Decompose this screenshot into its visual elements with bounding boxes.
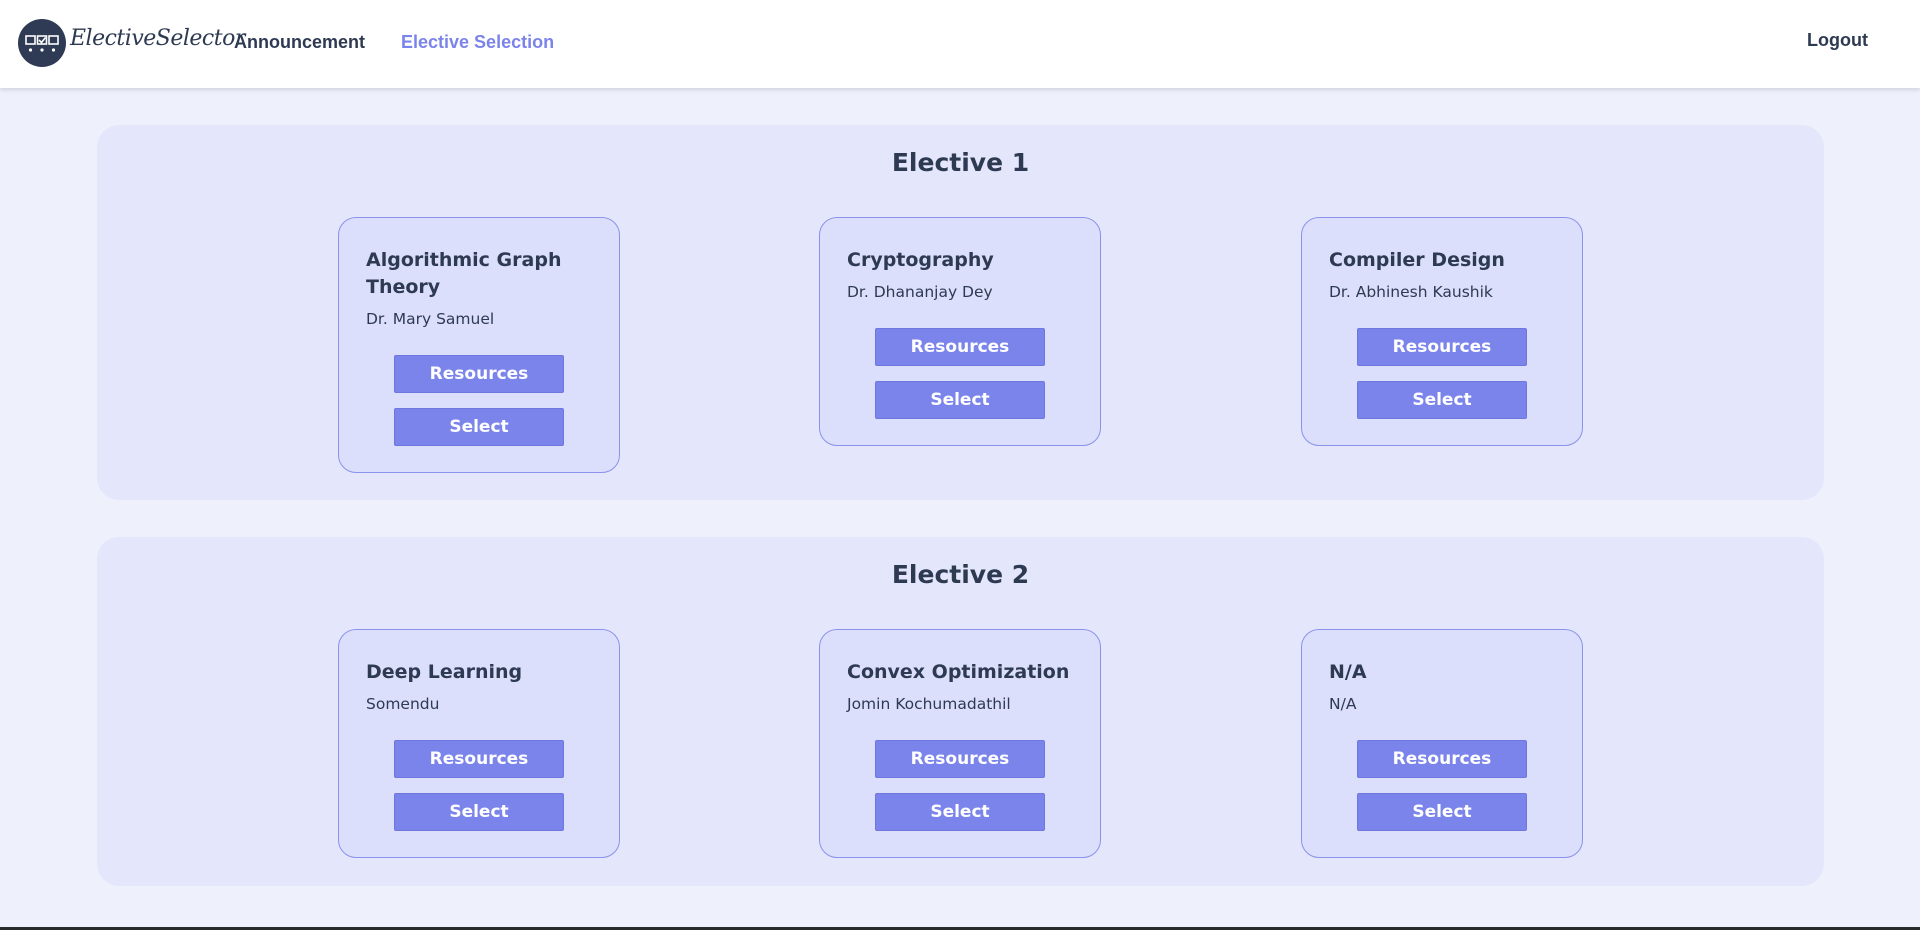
logout-link[interactable]: Logout (1807, 30, 1868, 51)
logo-icon[interactable] (18, 19, 66, 67)
course-name: N/A (1329, 661, 1367, 683)
section-title: Elective 2 (891, 560, 1030, 589)
course-card: Convex Optimization Jomin Kochumadathil … (819, 629, 1101, 858)
select-button[interactable]: Select (394, 408, 564, 446)
ballot-icon (25, 35, 59, 52)
section-title: Elective 1 (891, 148, 1030, 177)
resources-button[interactable]: Resources (875, 328, 1045, 366)
course-professor: Dr. Abhinesh Kaushik (1329, 283, 1493, 301)
resources-button[interactable]: Resources (394, 355, 564, 393)
course-card: Algorithmic Graph Theory Dr. Mary Samuel… (338, 217, 620, 473)
resources-button[interactable]: Resources (394, 740, 564, 778)
select-button[interactable]: Select (875, 381, 1045, 419)
course-card: Cryptography Dr. Dhananjay Dey Resources… (819, 217, 1101, 446)
elective-section: Elective 1 Algorithmic Graph Theory Dr. … (97, 125, 1824, 500)
course-professor: Dr. Mary Samuel (366, 310, 495, 328)
top-navbar: ElectiveSelector Announcement Elective S… (0, 0, 1920, 88)
resources-button[interactable]: Resources (1357, 328, 1527, 366)
select-button[interactable]: Select (1357, 793, 1527, 831)
resources-button[interactable]: Resources (1357, 740, 1527, 778)
select-button[interactable]: Select (394, 793, 564, 831)
elective-section: Elective 2 Deep Learning Somendu Resourc… (97, 537, 1824, 886)
course-name: Algorithmic Graph Theory (366, 249, 562, 298)
nav-link-announcement[interactable]: Announcement (234, 32, 365, 53)
logo-text[interactable]: ElectiveSelector (70, 26, 245, 51)
course-professor: Jomin Kochumadathil (847, 695, 1011, 713)
course-card: Compiler Design Dr. Abhinesh Kaushik Res… (1301, 217, 1583, 446)
course-name: Compiler Design (1329, 249, 1505, 271)
nav-link-elective-selection[interactable]: Elective Selection (401, 32, 554, 53)
course-professor: Somendu (366, 695, 440, 713)
course-card: Deep Learning Somendu Resources Select (338, 629, 620, 858)
select-button[interactable]: Select (1357, 381, 1527, 419)
resources-button[interactable]: Resources (875, 740, 1045, 778)
course-card: N/A N/A Resources Select (1301, 629, 1583, 858)
select-button[interactable]: Select (875, 793, 1045, 831)
course-professor: Dr. Dhananjay Dey (847, 283, 993, 301)
course-name: Deep Learning (366, 661, 523, 683)
course-name: Convex Optimization (847, 661, 1070, 683)
course-professor: N/A (1329, 695, 1357, 713)
course-name: Cryptography (847, 249, 994, 271)
